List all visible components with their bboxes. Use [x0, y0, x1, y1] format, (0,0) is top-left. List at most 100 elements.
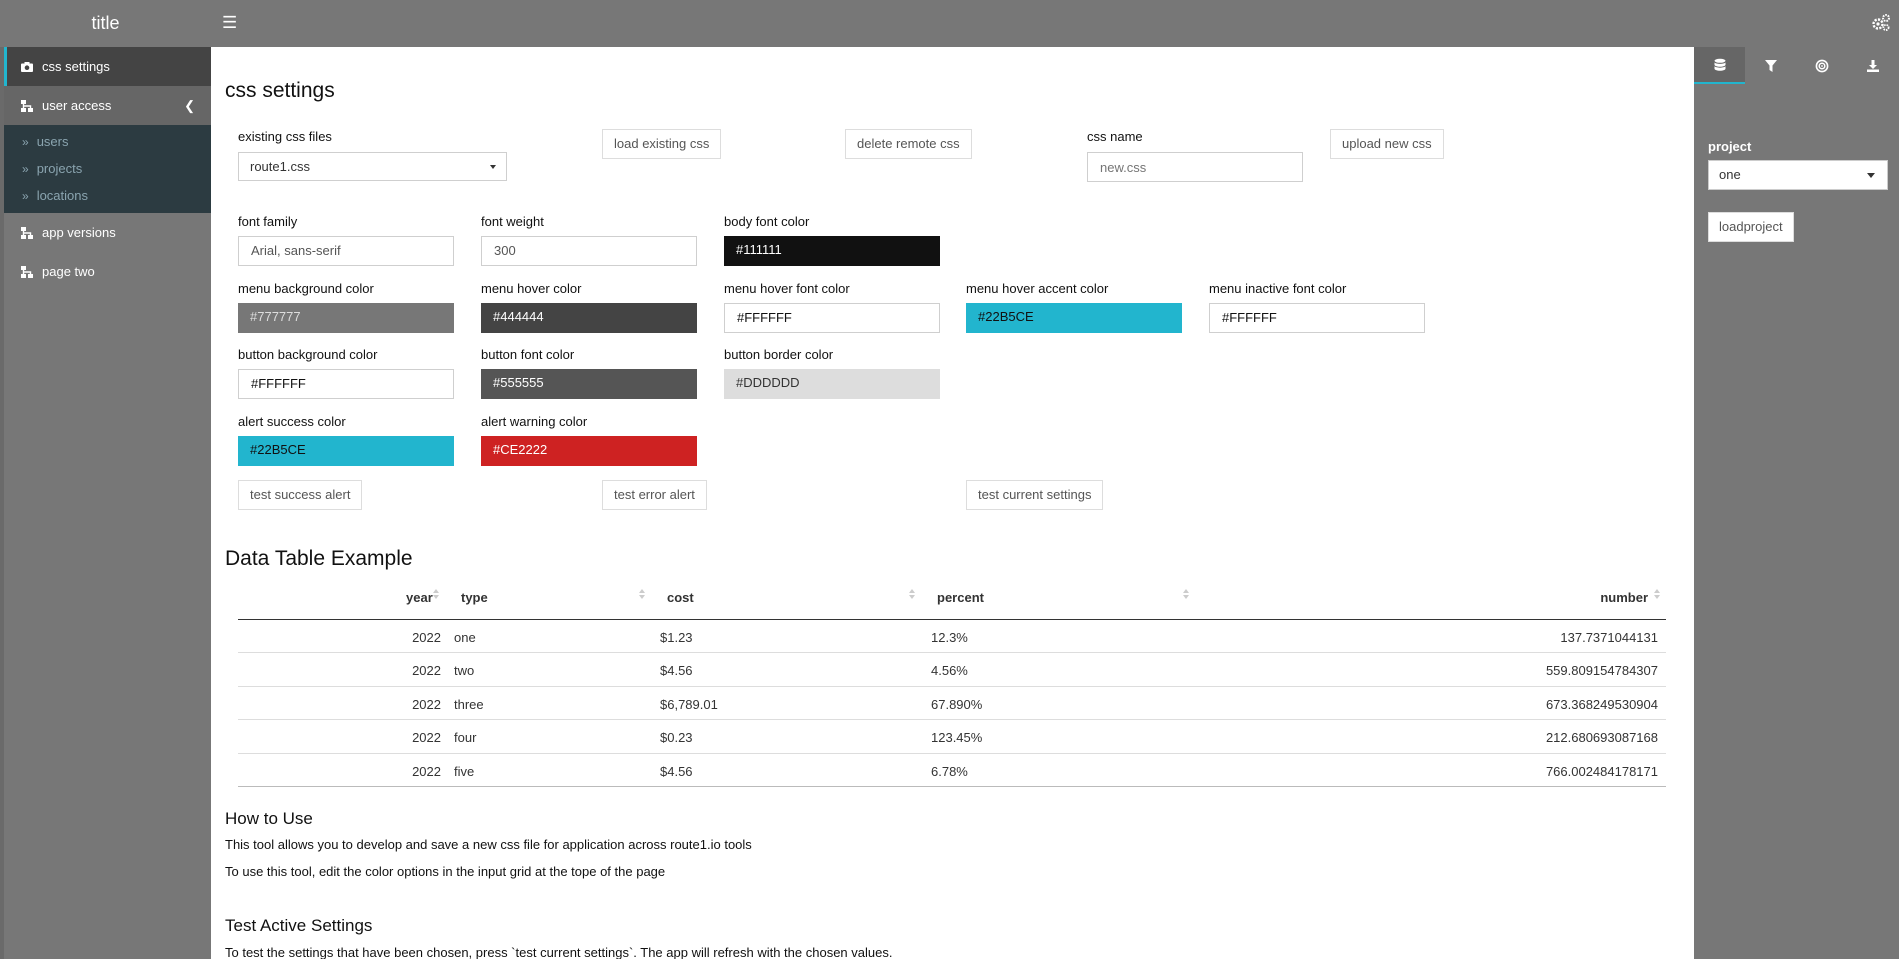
sidebar-item-label: css settings [42, 59, 110, 74]
bullseye-icon [1815, 59, 1828, 72]
database-icon [1714, 58, 1725, 71]
cell-number: 673.368249530904 [1545, 696, 1658, 712]
font-weight-input[interactable]: 300 [481, 236, 697, 266]
menu-hover-accent-color-input[interactable]: #22B5CE [966, 303, 1182, 333]
app-title[interactable]: title [0, 0, 211, 47]
delete-remote-css-button[interactable]: delete remote css [845, 129, 972, 159]
sidebar-subitem-locations[interactable]: » locations [4, 182, 211, 209]
css-name-label: css name [1087, 129, 1143, 144]
cell-year: 2022 [412, 663, 441, 679]
caret-down-icon [490, 165, 496, 169]
column-header-type[interactable]: type [461, 590, 488, 605]
alert-warning-color-input[interactable]: #CE2222 [481, 436, 697, 466]
font-family-input[interactable]: Arial, sans-serif [238, 236, 454, 266]
menu-background-color-input[interactable]: #777777 [238, 303, 454, 333]
angle-double-right-icon: » [22, 134, 29, 149]
tab-bullseye[interactable] [1796, 47, 1847, 84]
cell-number: 766.002484178171 [1545, 763, 1658, 779]
cell-cost: $0.23 [660, 730, 693, 746]
test-active-settings-title: Test Active Settings [225, 916, 373, 935]
filter-icon [1764, 59, 1777, 72]
table-row: 2022 one $1.23 12.3% 137.7371044131 [238, 620, 1666, 654]
sidebar-subitem-projects[interactable]: » projects [4, 155, 211, 182]
sidebar-item-page-two[interactable]: page two [4, 252, 211, 291]
load-project-button[interactable]: loadproject [1708, 212, 1794, 242]
data-table: year type cost percent number 2022 one $… [238, 576, 1666, 787]
angle-double-right-icon: » [22, 188, 29, 203]
how-to-use-title: How to Use [225, 809, 313, 828]
button-background-color-input[interactable]: #FFFFFF [238, 369, 454, 399]
cell-cost: $4.56 [660, 663, 693, 679]
css-name-input[interactable] [1087, 152, 1303, 182]
cell-cost: $1.23 [660, 630, 693, 645]
button-font-color-input[interactable]: #555555 [481, 369, 697, 399]
test-error-alert-button[interactable]: test error alert [602, 480, 707, 510]
body-font-color-input[interactable]: #111111 [724, 236, 940, 266]
right-sidebar-tabs [1694, 47, 1899, 84]
column-header-percent[interactable]: percent [937, 590, 984, 605]
alert-success-color-label: alert success color [238, 414, 346, 429]
button-border-color-label: button border color [724, 347, 834, 362]
upload-new-css-button[interactable]: upload new css [1330, 129, 1444, 159]
top-header: title ☰ [0, 0, 1899, 47]
sort-icon[interactable] [639, 588, 646, 600]
project-label: project [1708, 139, 1752, 154]
existing-css-value: route1.css [250, 159, 310, 174]
sort-icon[interactable] [433, 588, 440, 600]
column-header-year[interactable]: year [406, 590, 433, 605]
sidebar-subitem-label: users [36, 134, 69, 149]
button-border-color-input[interactable]: #DDDDDD [724, 369, 940, 399]
sort-icon[interactable] [1654, 588, 1661, 600]
table-header: year type cost percent number [238, 576, 1666, 620]
cell-percent: 67.890% [931, 696, 983, 712]
button-font-color-label: button font color [481, 347, 575, 362]
font-family-label: font family [238, 214, 298, 229]
how-to-use-line-1: This tool allows you to develop and save… [225, 837, 752, 852]
gears-icon[interactable] [1871, 13, 1891, 33]
test-success-alert-button[interactable]: test success alert [238, 480, 363, 510]
table-row: 2022 four $0.23 123.45% 212.680693087168 [238, 720, 1666, 754]
sidebar-subitem-users[interactable]: » users [4, 128, 211, 155]
cell-percent: 12.3% [931, 630, 968, 645]
cell-number: 137.7371044131 [1560, 630, 1658, 645]
table-row: 2022 two $4.56 4.56% 559.809154784307 [238, 653, 1666, 687]
button-background-color-label: button background color [238, 347, 378, 362]
menu-hover-font-color-input[interactable]: #FFFFFF [724, 303, 940, 333]
sort-icon[interactable] [1183, 588, 1190, 600]
hamburger-icon[interactable]: ☰ [222, 14, 237, 32]
sidebar-item-user-access[interactable]: user access ❮ [4, 86, 211, 125]
cell-year: 2022 [412, 763, 441, 779]
tab-download[interactable] [1847, 47, 1898, 84]
download-icon [1866, 59, 1879, 72]
camera-icon [21, 61, 33, 72]
test-current-settings-button[interactable]: test current settings [966, 480, 1104, 510]
existing-css-label: existing css files [238, 129, 332, 144]
project-select[interactable]: one [1708, 160, 1888, 190]
column-header-number[interactable]: number [1600, 590, 1648, 605]
alert-warning-color-label: alert warning color [481, 414, 588, 429]
sidebar-item-app-versions[interactable]: app versions [4, 213, 211, 252]
sort-icon[interactable] [909, 588, 916, 600]
tab-database[interactable] [1694, 47, 1745, 84]
sitemap-icon [21, 265, 33, 278]
menu-inactive-font-color-input[interactable]: #FFFFFF [1209, 303, 1425, 333]
user-access-submenu: » users » projects » locations [4, 125, 211, 213]
load-existing-css-button[interactable]: load existing css [602, 129, 722, 159]
cell-type: four [454, 730, 477, 746]
angle-double-right-icon: » [22, 161, 29, 176]
alert-success-color-input[interactable]: #22B5CE [238, 436, 454, 466]
menu-hover-color-input[interactable]: #444444 [481, 303, 697, 333]
chevron-left-icon: ❮ [184, 98, 195, 113]
sidebar-subitem-label: projects [36, 161, 83, 176]
sidebar-subitem-label: locations [36, 188, 88, 203]
column-header-cost[interactable]: cost [667, 590, 694, 605]
cell-percent: 6.78% [931, 763, 968, 779]
cell-percent: 123.45% [931, 730, 983, 746]
sidebar-item-label: page two [42, 264, 95, 279]
menu-inactive-font-color-label: menu inactive font color [1209, 281, 1347, 296]
tab-filter[interactable] [1745, 47, 1796, 84]
sidebar-item-css-settings[interactable]: css settings [4, 47, 211, 86]
main-content: css settings existing css files route1.c… [211, 47, 1694, 959]
existing-css-select[interactable]: route1.css [238, 152, 507, 181]
how-to-use-line-2: To use this tool, edit the color options… [225, 864, 666, 879]
